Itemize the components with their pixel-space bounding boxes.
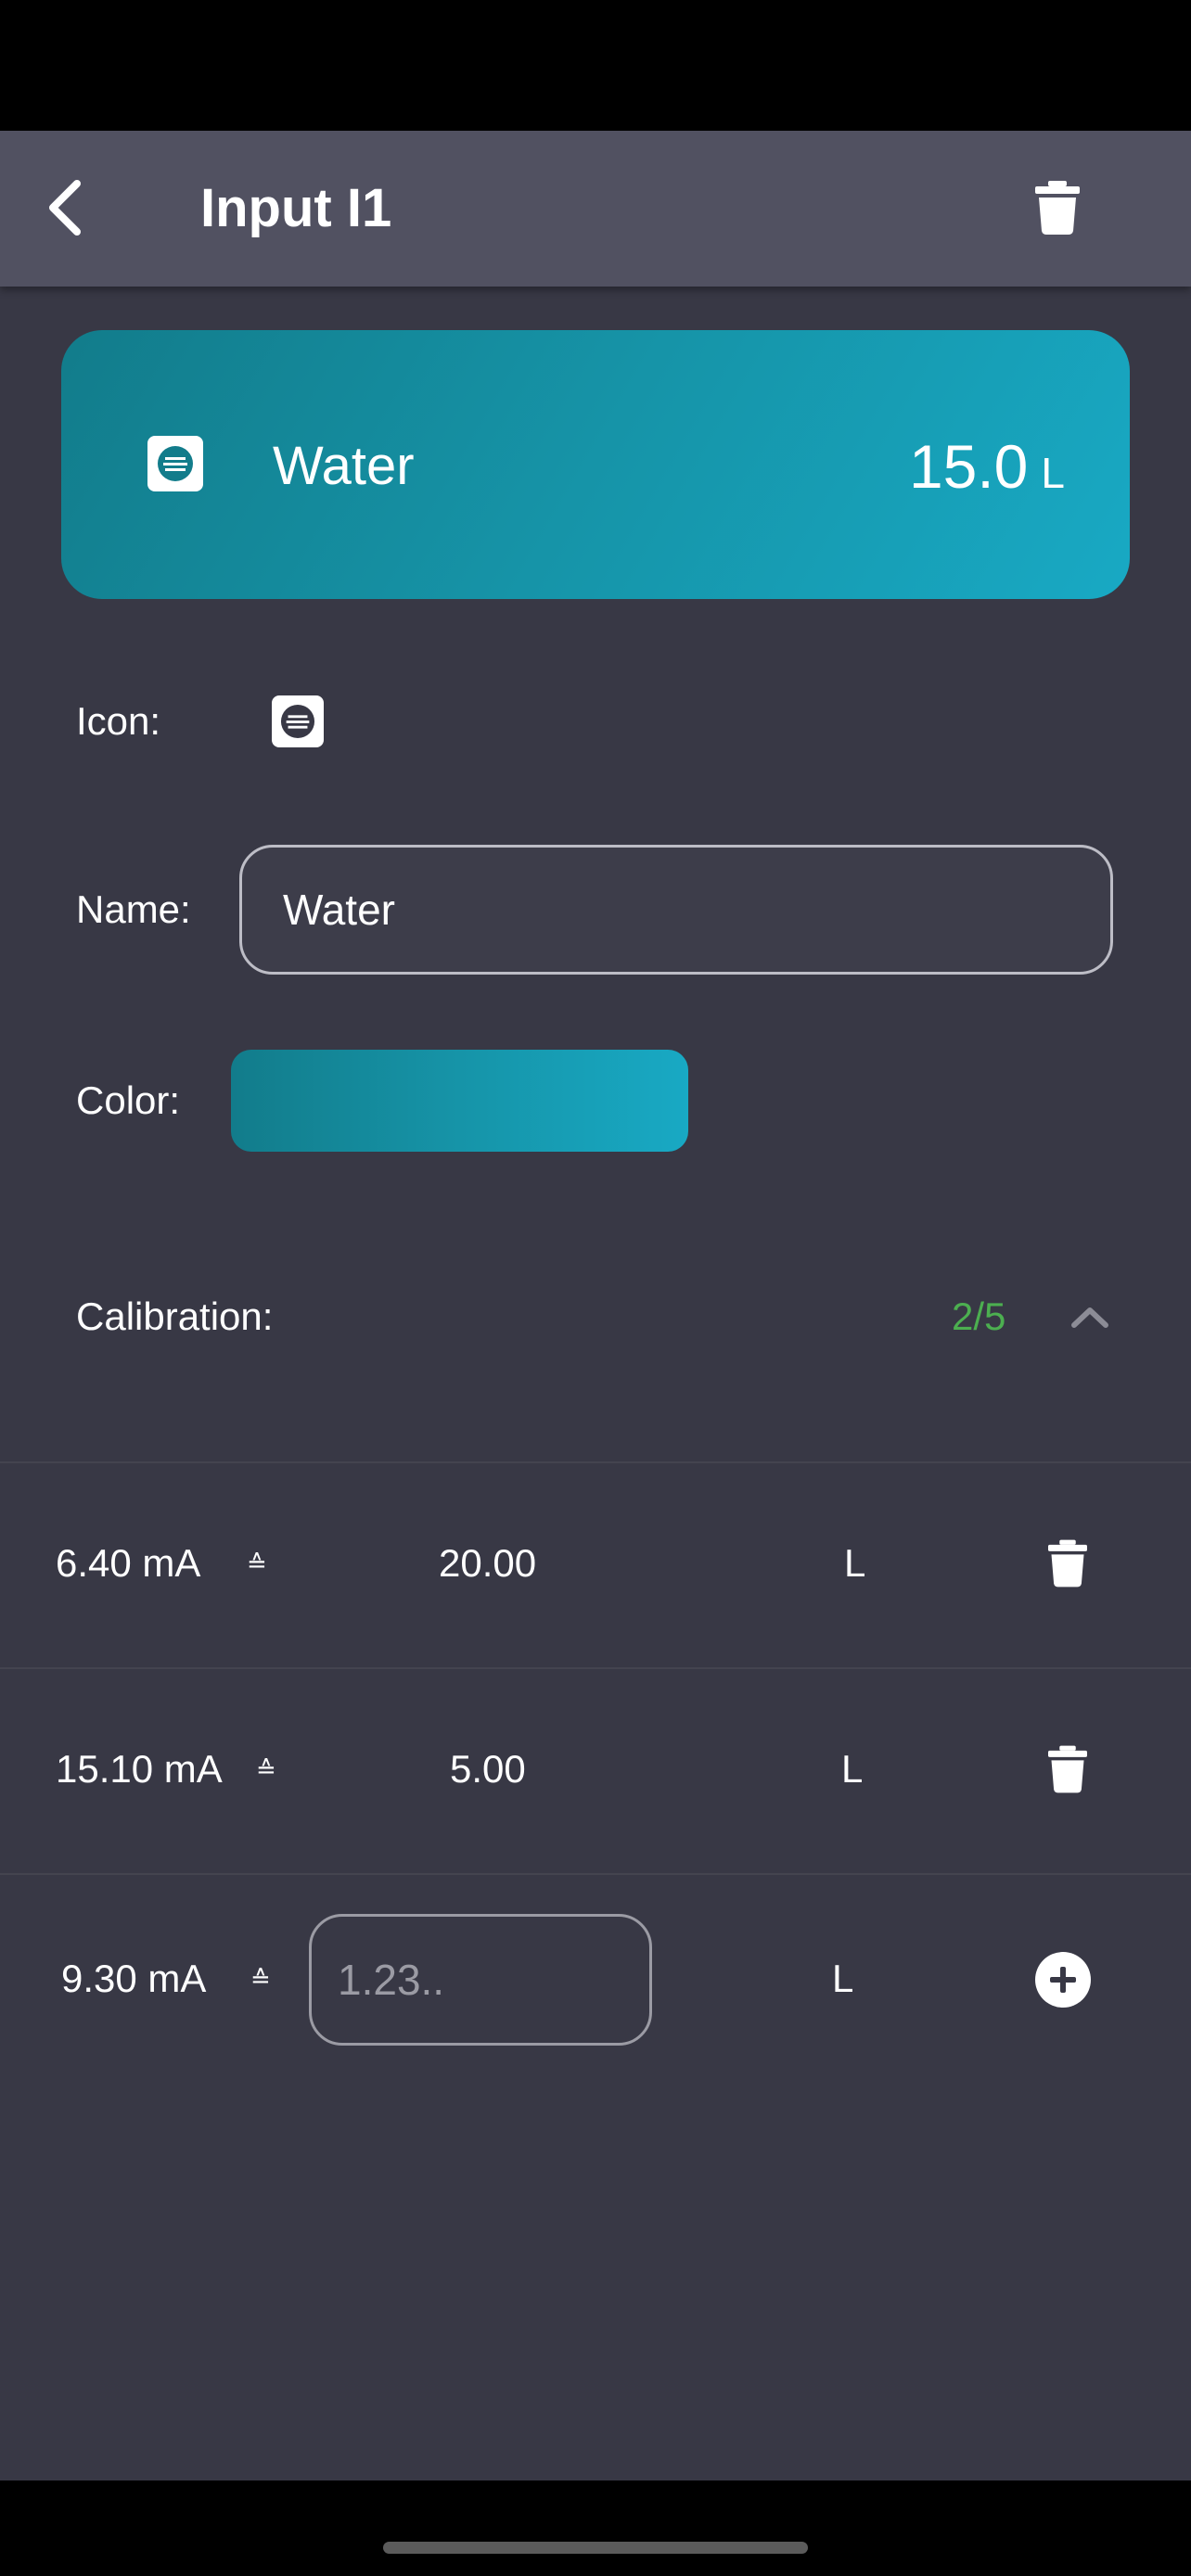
input-preview-card: Water 15.0 L: [61, 330, 1130, 599]
row-output-value[interactable]: 5.00: [450, 1746, 526, 1792]
preview-unit: L: [1041, 449, 1065, 497]
trash-icon: [1048, 1539, 1087, 1588]
divider: [0, 1873, 1191, 1875]
chevron-left-icon: [49, 180, 81, 236]
preview-value-number: 15.0: [908, 432, 1029, 501]
preview-name: Water: [273, 436, 415, 496]
icon-selector[interactable]: [272, 695, 324, 747]
calibration-value-placeholder: 1.23..: [338, 1956, 445, 2004]
plus-circle-icon: [1035, 1952, 1091, 2008]
calibration-value-input[interactable]: 1.23..: [309, 1914, 652, 2046]
row-input-value: 9.30 mA: [61, 1957, 207, 2000]
water-meter-icon: [147, 436, 203, 491]
water-meter-icon: [280, 704, 315, 739]
chevron-up-icon: [1071, 1307, 1108, 1328]
row-unit: L: [844, 1541, 866, 1585]
add-calibration-button[interactable]: [1026, 1943, 1100, 2017]
preview-value: 15.0 L: [909, 434, 1065, 505]
trash-icon: [1035, 181, 1080, 235]
row-input-value: 15.10 mA: [56, 1747, 223, 1791]
color-picker[interactable]: [231, 1050, 688, 1152]
calibration-collapse-button[interactable]: [1057, 1284, 1122, 1349]
corresponds-symbol: ≙: [247, 1549, 267, 1577]
divider: [0, 1667, 1191, 1669]
corresponds-symbol: ≙: [256, 1755, 276, 1783]
home-indicator[interactable]: [383, 2542, 808, 2554]
calibration-count: 2/5: [952, 1294, 1006, 1338]
row-unit: L: [841, 1747, 864, 1791]
name-input[interactable]: Water: [239, 845, 1113, 975]
name-label: Name:: [76, 887, 191, 931]
row-output-value[interactable]: 20.00: [439, 1540, 536, 1587]
divider: [0, 1461, 1191, 1463]
icon-label: Icon:: [76, 699, 161, 743]
delete-input-button[interactable]: [1020, 171, 1095, 245]
name-input-value: Water: [283, 886, 395, 934]
delete-calibration-button[interactable]: [1031, 1732, 1105, 1806]
corresponds-symbol: ≙: [250, 1965, 271, 1993]
delete-calibration-button[interactable]: [1031, 1526, 1105, 1600]
trash-icon: [1048, 1745, 1087, 1793]
app-bar: [0, 131, 1191, 287]
row-unit: L: [832, 1957, 854, 2000]
back-button[interactable]: [28, 171, 102, 245]
row-input-value: 6.40 mA: [56, 1541, 201, 1585]
color-label: Color:: [76, 1078, 181, 1122]
page-title: Input I1: [200, 178, 392, 238]
calibration-label: Calibration:: [76, 1294, 274, 1338]
